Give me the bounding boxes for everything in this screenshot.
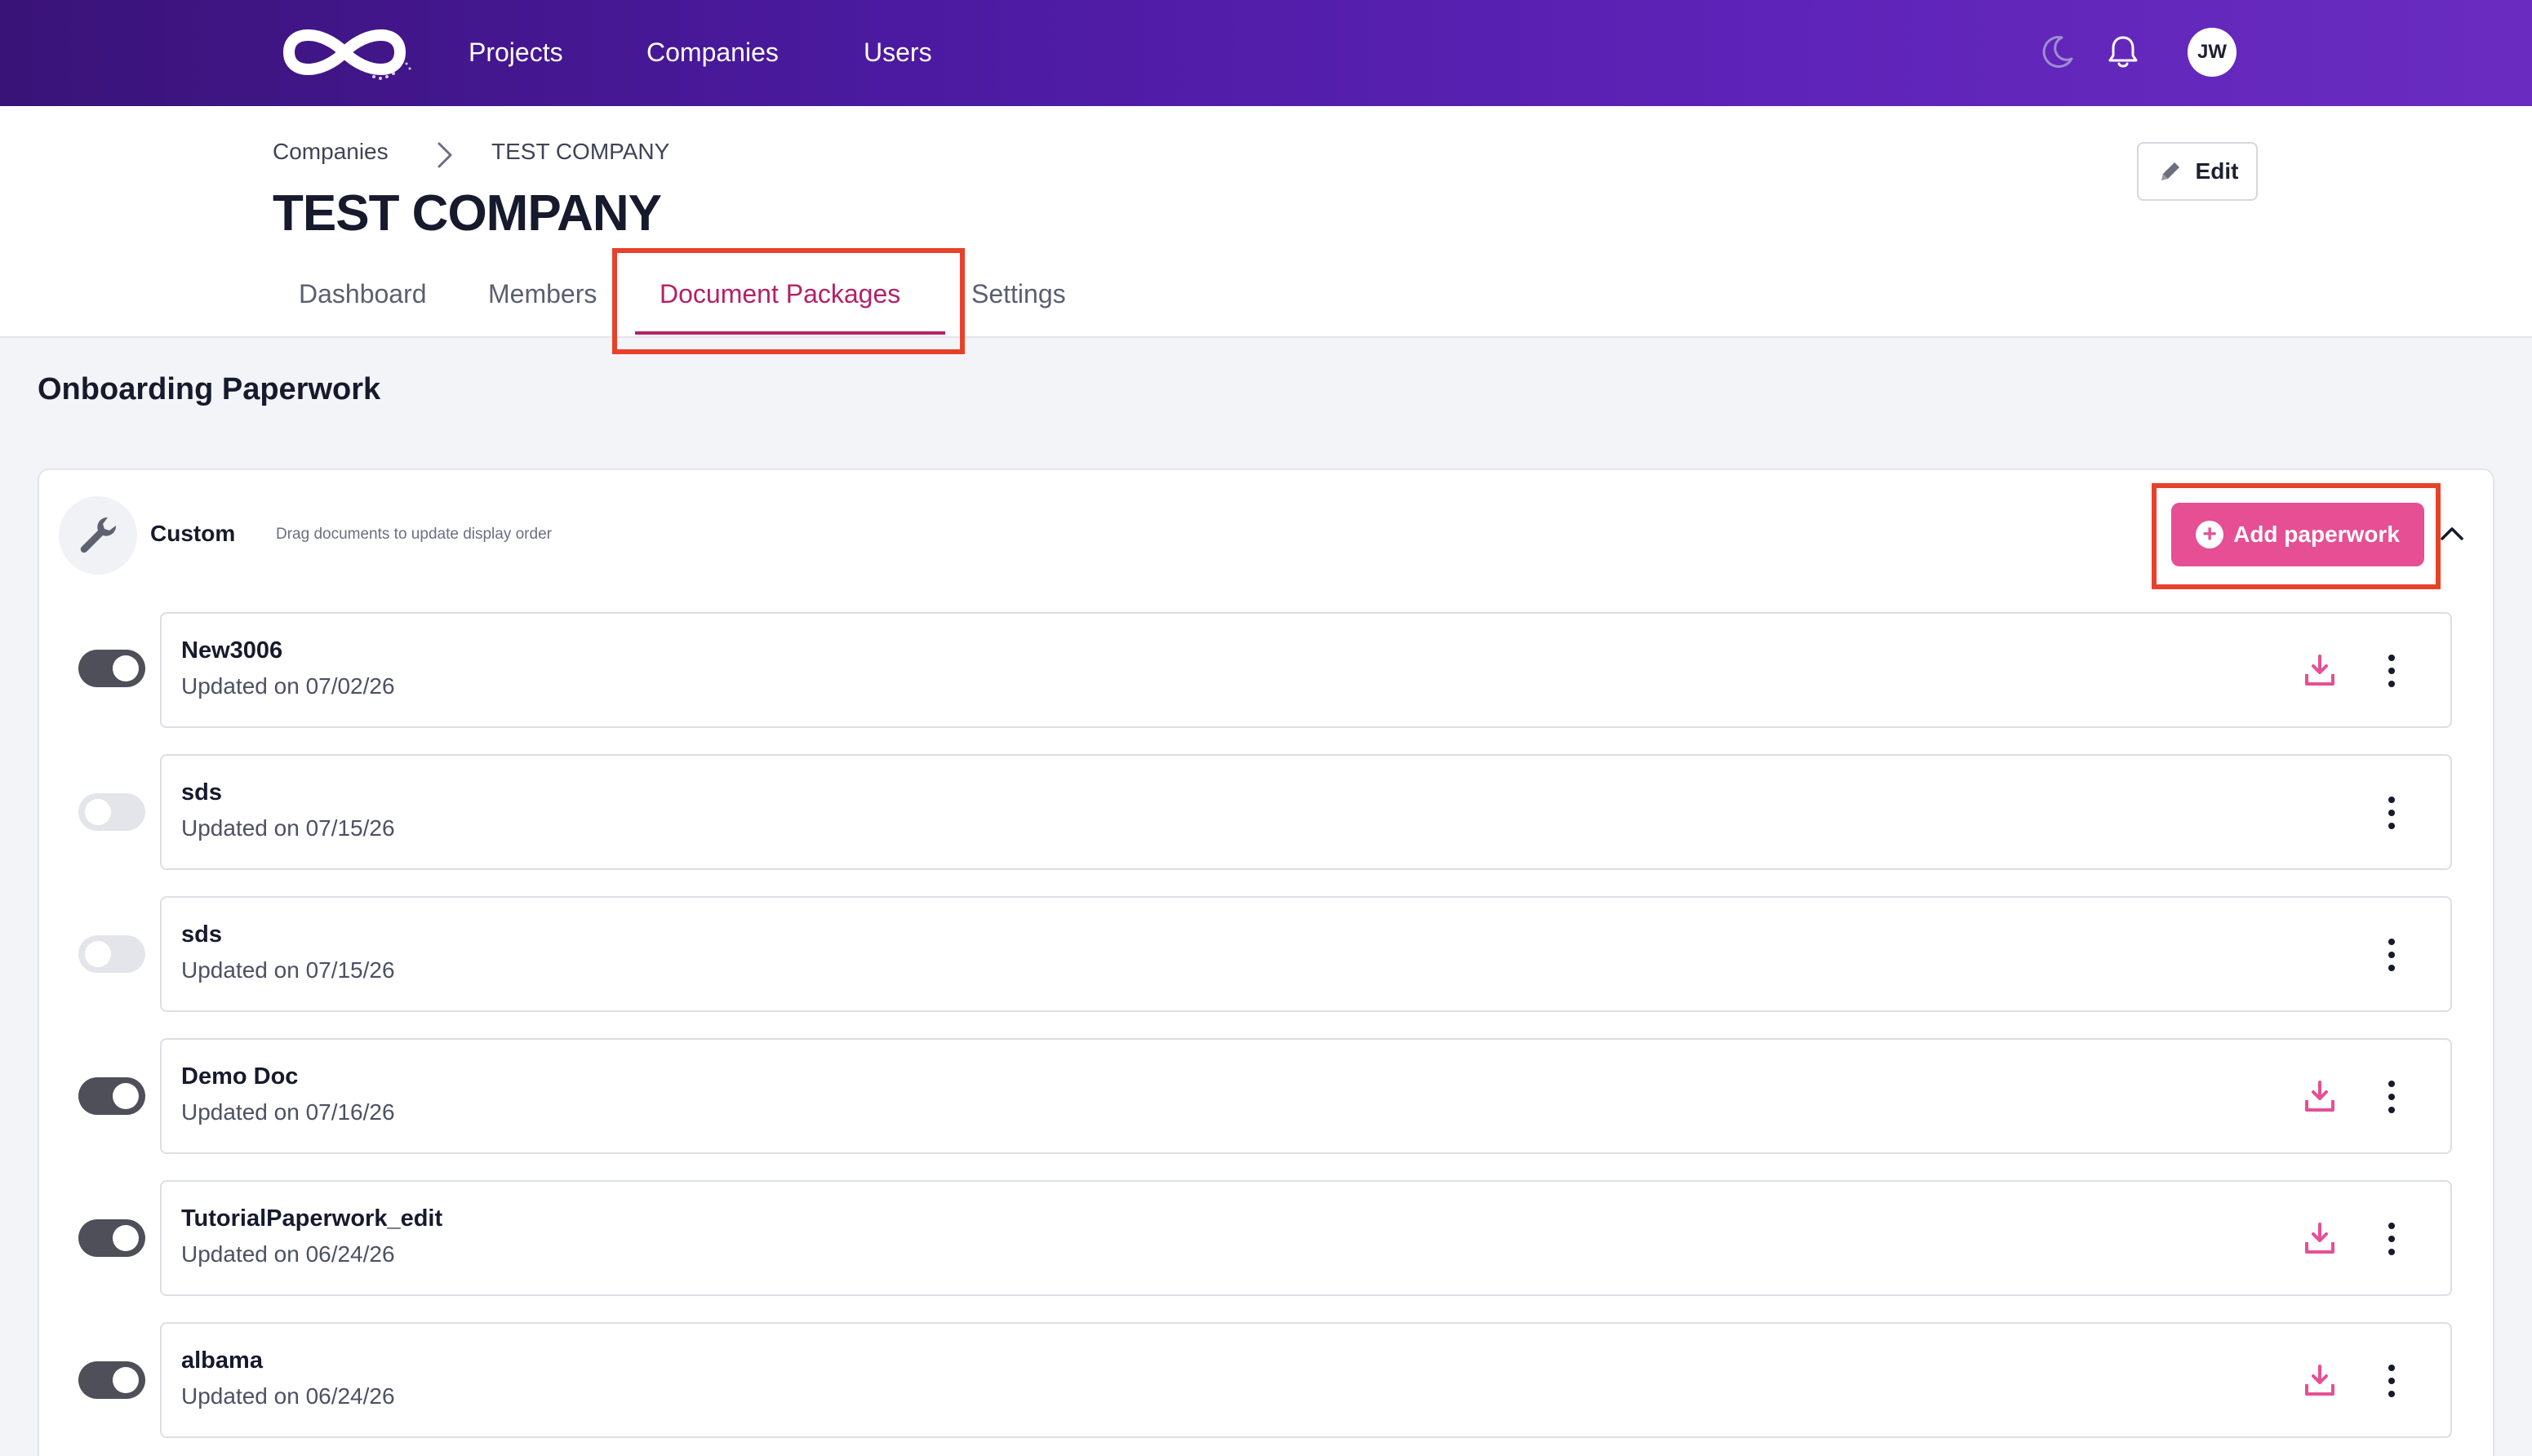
tab-settings[interactable]: Settings [971, 274, 1066, 313]
toggle-knob [113, 1225, 139, 1251]
document-toggle[interactable] [78, 1077, 145, 1115]
tab-members[interactable]: Members [488, 274, 597, 313]
toggle-knob [113, 1367, 139, 1393]
moon-icon[interactable] [2037, 31, 2078, 72]
document-updated: Updated on 07/16/26 [181, 1099, 395, 1125]
page-title: TEST COMPANY [273, 185, 662, 242]
nav-users[interactable]: Users [864, 33, 932, 72]
more-vertical-icon[interactable] [2383, 1361, 2400, 1401]
document-updated: Updated on 06/24/26 [181, 1241, 395, 1267]
document-updated: Updated on 07/15/26 [181, 957, 395, 983]
highlight-box-tab [612, 248, 965, 354]
breadcrumb-companies[interactable]: Companies [273, 135, 389, 168]
download-icon[interactable] [2302, 1363, 2338, 1399]
document-row[interactable]: New3006 Updated on 07/02/26 [160, 612, 2452, 728]
download-icon[interactable] [2302, 653, 2338, 689]
chevron-up-icon[interactable] [2437, 519, 2467, 548]
toggle-knob [85, 799, 111, 825]
highlight-box-add [2152, 483, 2441, 589]
document-name: albama [181, 1347, 263, 1374]
package-name: Custom [150, 521, 236, 546]
download-icon[interactable] [2302, 1221, 2338, 1257]
nav-companies[interactable]: Companies [646, 33, 779, 72]
bell-icon[interactable] [2103, 31, 2143, 72]
document-name: Demo Doc [181, 1063, 299, 1090]
document-toggle[interactable] [78, 650, 145, 687]
more-vertical-icon[interactable] [2383, 793, 2400, 832]
document-name: TutorialPaperwork_edit [181, 1205, 443, 1232]
tab-dashboard[interactable]: Dashboard [299, 274, 427, 313]
more-vertical-icon[interactable] [2383, 1219, 2400, 1258]
edit-button[interactable]: Edit [2137, 142, 2258, 201]
document-row[interactable]: Demo Doc Updated on 07/16/26 [160, 1038, 2452, 1154]
document-row[interactable]: sds Updated on 07/15/26 [160, 896, 2452, 1012]
top-navbar: Projects Companies Users JW [0, 0, 2532, 106]
document-name: sds [181, 779, 222, 806]
document-toggle[interactable] [78, 935, 145, 973]
document-toggle[interactable] [78, 1361, 145, 1399]
edit-label: Edit [2195, 158, 2239, 184]
more-vertical-icon[interactable] [2383, 651, 2400, 690]
more-vertical-icon[interactable] [2383, 935, 2400, 974]
toggle-knob [113, 1083, 139, 1109]
document-name: sds [181, 921, 222, 948]
download-icon[interactable] [2302, 1079, 2338, 1115]
document-row[interactable]: TutorialPaperwork_edit Updated on 06/24/… [160, 1180, 2452, 1296]
document-updated: Updated on 06/24/26 [181, 1383, 395, 1409]
wrench-icon [80, 517, 117, 553]
document-toggle[interactable] [78, 793, 145, 831]
nav-projects[interactable]: Projects [469, 33, 563, 72]
breadcrumb-current: TEST COMPANY [491, 139, 670, 164]
toggle-knob [113, 655, 139, 681]
package-icon-badge [59, 496, 137, 575]
more-vertical-icon[interactable] [2383, 1077, 2400, 1116]
document-row[interactable]: albama Updated on 06/24/26 [160, 1322, 2452, 1438]
chevron-right-icon [438, 142, 452, 168]
user-avatar[interactable]: JW [2188, 28, 2237, 77]
pencil-icon [2161, 162, 2179, 180]
document-row[interactable]: sds Updated on 07/15/26 [160, 754, 2452, 870]
section-title: Onboarding Paperwork [38, 372, 381, 406]
toggle-knob [85, 941, 111, 967]
document-name: New3006 [181, 637, 283, 664]
company-logo[interactable] [273, 18, 416, 87]
document-updated: Updated on 07/15/26 [181, 815, 395, 841]
document-toggle[interactable] [78, 1219, 145, 1257]
drag-hint-text: Drag documents to update display order [276, 526, 552, 543]
document-updated: Updated on 07/02/26 [181, 673, 395, 699]
